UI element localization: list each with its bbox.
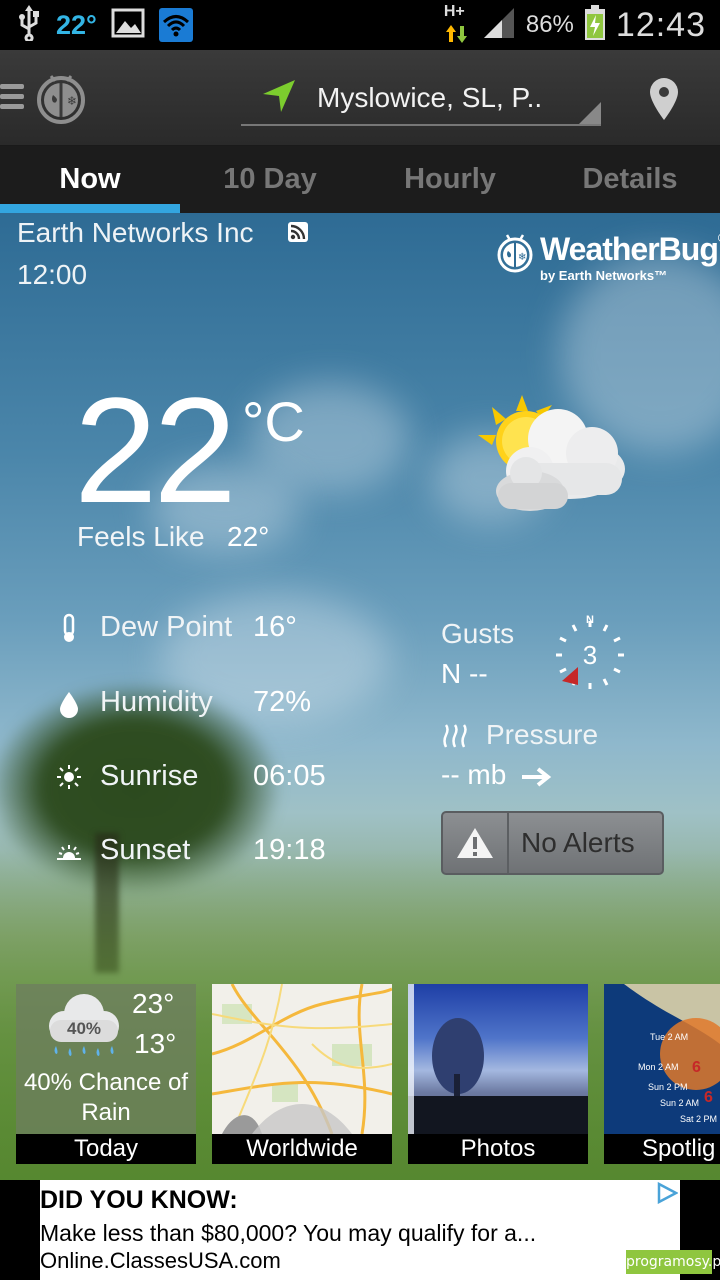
rss-icon[interactable]: [288, 222, 308, 242]
sunset-icon: [56, 836, 82, 866]
gusts-value: N --: [441, 658, 488, 689]
current-temperature: 22: [74, 366, 237, 534]
rain-cloud-icon: 40%: [40, 990, 126, 1064]
sunrise-label: Sunrise: [100, 760, 199, 792]
wifi-icon: [158, 8, 193, 42]
svg-text:Sun 2 PM: Sun 2 PM: [648, 1082, 688, 1092]
ad-headline: DID YOU KNOW:: [40, 1186, 238, 1214]
pop-badge: 40%: [67, 1019, 101, 1038]
observation-time: 12:00: [17, 259, 88, 290]
pressure-value: -- mb: [441, 759, 552, 791]
svg-text:6: 6: [692, 1059, 701, 1076]
location-name: Myslowice, SL, P..: [317, 82, 543, 113]
pressure-icon: [441, 723, 471, 749]
card-today[interactable]: 40% 23° 13° 40% Chance of Rain Today: [16, 984, 196, 1164]
adchoices-icon[interactable]: [656, 1181, 679, 1205]
usb-icon: [16, 4, 42, 46]
dew-point-label: Dew Point: [100, 611, 233, 643]
svg-text:❄: ❄: [518, 252, 526, 263]
map-thumbnail: [212, 984, 392, 1135]
card-photos-label: Photos: [408, 1134, 588, 1164]
tab-10-day[interactable]: 10 Day: [180, 146, 360, 213]
svg-text:Sun 2 AM: Sun 2 AM: [660, 1098, 699, 1108]
status-clock: 12:43: [615, 5, 706, 44]
current-conditions-panel: Earth Networks Inc 12:00 ❄ WeatherBug® b…: [0, 213, 720, 1180]
thermometer-icon: [56, 613, 82, 643]
watermark: programosy.pl: [626, 1250, 720, 1274]
card-spotlight-label: Spotlig: [604, 1134, 720, 1164]
feature-cards: 40% 23° 13° 40% Chance of Rain Today Wor…: [0, 984, 720, 1166]
svg-text:❄: ❄: [67, 94, 77, 108]
alerts-label: No Alerts: [521, 827, 635, 858]
warning-icon: [443, 813, 509, 873]
card-spotlight[interactable]: Tue 2 AM Mon 2 AM Sun 2 PM Sun 2 AM Sat …: [604, 984, 720, 1164]
gusts-label: Gusts: [441, 618, 515, 649]
status-temperature: 22°: [56, 9, 97, 40]
app-header: ❄ Myslowice, SL, P..: [0, 50, 720, 146]
humidity-label: Humidity: [100, 686, 213, 718]
sunset-label: Sunset: [100, 834, 191, 866]
pressure-reading: -- mb: [441, 759, 507, 790]
tab-bar: Now 10 Day Hourly Details: [0, 146, 720, 213]
today-high: 23°: [132, 988, 175, 1019]
droplet-icon: [56, 688, 82, 718]
svg-text:Tue 2 AM: Tue 2 AM: [650, 1032, 688, 1042]
dew-point-value: 16°: [253, 611, 297, 643]
wind-speed-value: 3: [583, 640, 597, 670]
signal-icon: [482, 6, 516, 45]
ad-banner[interactable]: DID YOU KNOW: Make less than $80,000? Yo…: [0, 1180, 720, 1280]
sunset-value: 19:18: [253, 834, 326, 866]
map-pin-icon[interactable]: [648, 76, 680, 127]
ad-body: Make less than $80,000? You may qualify …: [40, 1220, 537, 1246]
humidity-value: 72%: [253, 686, 312, 718]
compass-north-label: N: [586, 614, 594, 626]
alerts-button[interactable]: No Alerts: [441, 811, 664, 875]
card-today-label: Today: [16, 1134, 196, 1164]
temperature-unit: °C: [242, 390, 305, 453]
photo-thumbnail: [408, 984, 588, 1134]
card-worldwide-label: Worldwide: [212, 1134, 392, 1164]
feels-like-label: Feels Like: [77, 521, 205, 552]
location-arrow-icon: [261, 78, 297, 119]
ad-content[interactable]: DID YOU KNOW: Make less than $80,000? Yo…: [40, 1180, 680, 1280]
tab-now[interactable]: Now: [0, 146, 180, 213]
image-icon: [111, 8, 145, 43]
storm-track-thumbnail: Tue 2 AM Mon 2 AM Sun 2 PM Sun 2 AM Sat …: [604, 984, 720, 1134]
battery-charging-icon: [584, 4, 606, 46]
sun-icon: [56, 762, 82, 792]
location-selector[interactable]: Myslowice, SL, P..: [241, 72, 601, 126]
brand-title: WeatherBug®: [540, 231, 720, 267]
network-type-icon: H+: [444, 3, 472, 47]
network-type-label: H+: [443, 3, 465, 20]
status-bar: 22° H+ 86% 12:43: [0, 0, 720, 50]
arrow-right-icon: [514, 759, 552, 790]
today-low: 13°: [134, 1028, 177, 1059]
svg-text:Sat 2 PM: Sat 2 PM: [680, 1114, 717, 1124]
weatherbug-logo-icon[interactable]: ❄: [36, 72, 86, 124]
card-photos[interactable]: Photos: [408, 984, 588, 1164]
feels-like-value: 22°: [227, 521, 270, 552]
tab-hourly[interactable]: Hourly: [360, 146, 540, 213]
weatherbug-brand-logo: ❄ WeatherBug® by Earth Networks™: [496, 231, 720, 289]
dropdown-corner-icon: [579, 102, 601, 124]
menu-icon[interactable]: [0, 84, 24, 114]
ad-url[interactable]: Online.ClassesUSA.com: [40, 1248, 281, 1274]
wind-compass-icon: 3 N: [548, 613, 632, 697]
battery-percentage: 86%: [525, 11, 574, 38]
card-worldwide[interactable]: Worldwide: [212, 984, 392, 1164]
brand-subtitle: by Earth Networks™: [540, 268, 668, 283]
svg-text:Mon 2 AM: Mon 2 AM: [638, 1062, 679, 1072]
sunrise-value: 06:05: [253, 760, 326, 792]
pressure-label: Pressure: [486, 719, 599, 750]
data-provider: Earth Networks Inc: [17, 217, 254, 248]
today-rain-chance: 40% Chance of Rain: [23, 1069, 189, 1126]
partly-cloudy-icon: [470, 391, 635, 521]
svg-text:6: 6: [704, 1089, 713, 1106]
tab-details[interactable]: Details: [540, 146, 720, 213]
